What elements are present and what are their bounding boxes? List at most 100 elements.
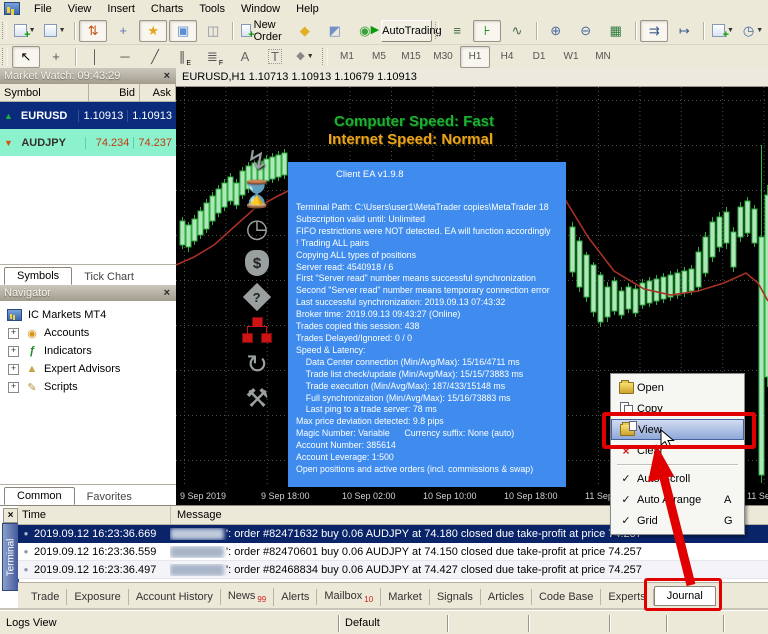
context-menu-item-copy[interactable]: Copy [611, 398, 744, 419]
auto-scroll-button[interactable]: ⇉ [640, 20, 668, 42]
tree-item-scripts[interactable]: + ✎ Scripts [6, 378, 176, 396]
tab-common[interactable]: Common [4, 487, 75, 505]
terminal-tab[interactable]: Code Base [532, 589, 601, 605]
timeframe-button[interactable]: M5 [364, 46, 394, 68]
new-chart-button[interactable]: +▼ [11, 20, 39, 42]
expand-icon[interactable]: + [8, 382, 19, 393]
terminal-tab[interactable]: Journal [654, 586, 716, 606]
menu-item[interactable]: View [60, 1, 100, 17]
symbol-row-eurusd[interactable]: ▲ EURUSD 1.10913 1.10913 [0, 102, 176, 129]
terminal-tab[interactable]: News 99 [221, 588, 274, 606]
line-chart-button[interactable]: ∿ [503, 20, 531, 42]
timeframe-button[interactable]: M15 [396, 46, 426, 68]
timeframe-button[interactable]: D1 [524, 46, 554, 68]
expand-icon[interactable]: + [8, 328, 19, 339]
indicators-button[interactable]: +▼ [709, 20, 737, 42]
terminal-tab[interactable]: Trade [24, 589, 67, 605]
tree-root-account[interactable]: IC Markets MT4 [6, 306, 176, 324]
menu-item[interactable]: Insert [99, 1, 143, 17]
timeframe-button[interactable]: H4 [492, 46, 522, 68]
up-arrow-icon: ▲ [0, 111, 17, 121]
vertical-line-button[interactable]: │ [81, 46, 109, 68]
menu-item[interactable]: Help [288, 1, 327, 17]
column-message[interactable]: Message [171, 509, 222, 521]
data-window-button[interactable]: + [109, 20, 137, 42]
tree-item-accounts[interactable]: + ◉ Accounts [6, 324, 176, 342]
terminal-tab[interactable]: Experts [601, 589, 653, 605]
menu-item[interactable]: Tools [191, 1, 233, 17]
profiles-button[interactable]: ▼ [41, 20, 69, 42]
column-ask[interactable]: Ask [140, 84, 176, 101]
channel-button[interactable]: ∥E [171, 46, 199, 68]
tab-favorites[interactable]: Favorites [75, 489, 144, 505]
terminal-tab[interactable]: Exposure [67, 589, 128, 605]
crosshair-button[interactable]: + [42, 46, 70, 68]
terminal-tab[interactable]: Market [381, 589, 430, 605]
ask-value: 1.10913 [127, 110, 176, 122]
tab-symbols[interactable]: Symbols [4, 267, 72, 285]
autotrading-button[interactable]: ▶AutoTrading [381, 20, 432, 42]
tile-windows-button[interactable]: ▦ [602, 20, 630, 42]
terminal-tab[interactable]: Mailbox 10 [317, 588, 381, 606]
terminal-tab[interactable]: Alerts [274, 589, 317, 605]
options-button[interactable]: ◩ [321, 20, 349, 42]
horizontal-line-button[interactable]: ─ [111, 46, 139, 68]
ea-panel-line: First "Server read" number means success… [296, 273, 558, 285]
text-label-button[interactable]: T [261, 46, 289, 68]
toolbar-grip[interactable] [2, 22, 7, 39]
context-menu-item-auto-arrange[interactable]: ✓ Auto Arrange A [611, 489, 744, 510]
column-time[interactable]: Time [18, 506, 171, 524]
context-menu-item-auto-scroll[interactable]: ✓ Auto Scroll [611, 468, 744, 489]
zoom-in-button[interactable]: ⊕ [542, 20, 570, 42]
fibonacci-button[interactable]: ≣F [201, 46, 229, 68]
timeframe-button[interactable]: M1 [332, 46, 362, 68]
bid-value: 1.10913 [78, 110, 127, 122]
candlestick-button[interactable]: ⊦ [473, 20, 501, 42]
menu-item[interactable]: File [26, 1, 60, 17]
journal-row[interactable]: ● 2019.09.12 16:23:36.497 ': order #8246… [18, 561, 768, 579]
terminal-tab[interactable]: Signals [430, 589, 481, 605]
close-icon[interactable]: × [3, 508, 18, 523]
toolbar-grip[interactable] [322, 48, 328, 65]
terminal-tab[interactable]: Articles [481, 589, 532, 605]
expand-icon[interactable]: + [8, 346, 19, 357]
metaeditor-button[interactable]: ◆ [291, 20, 319, 42]
menu-item[interactable]: Charts [143, 1, 191, 17]
chart-shift-button[interactable]: ↦ [670, 20, 698, 42]
symbol-row-audjpy[interactable]: ▼ AUDJPY 74.234 74.237 [0, 129, 176, 156]
terminal-tab[interactable]: Account History [129, 589, 221, 605]
column-bid[interactable]: Bid [89, 84, 140, 101]
menu-item[interactable]: Window [233, 1, 288, 17]
terminal-toggle[interactable]: ▣ [169, 20, 197, 42]
market-watch-toggle[interactable]: ⇅ [79, 20, 107, 42]
close-icon[interactable]: × [162, 287, 172, 299]
navigator-toggle[interactable]: ★ [139, 20, 167, 42]
toolbar-grip[interactable] [435, 22, 440, 39]
column-symbol[interactable]: Symbol [0, 84, 89, 101]
new-order-button[interactable]: +New Order [238, 20, 289, 42]
bar-chart-button[interactable]: ≡ [443, 20, 471, 42]
timeframe-button[interactable]: M30 [428, 46, 458, 68]
timeframe-button[interactable]: W1 [556, 46, 586, 68]
context-menu-item-clear[interactable]: × Clear [611, 440, 744, 461]
tab-tick-chart[interactable]: Tick Chart [72, 269, 146, 285]
trendline-button[interactable]: ╱ [141, 46, 169, 68]
timeframe-button[interactable]: H1 [460, 46, 490, 68]
strategy-tester-button[interactable]: ◫ [199, 20, 227, 42]
status-profile[interactable]: Default [338, 615, 447, 632]
periods-button[interactable]: ◷▼ [739, 20, 767, 42]
tree-item-indicators[interactable]: + ƒ Indicators [6, 342, 176, 360]
text-button[interactable]: A [231, 46, 259, 68]
toolbar-grip[interactable] [2, 48, 8, 65]
arrows-button[interactable]: ◆▼ [291, 46, 319, 68]
journal-row[interactable]: ● 2019.09.12 16:23:36.559 ': order #8247… [18, 543, 768, 561]
timeframe-button[interactable]: MN [588, 46, 618, 68]
context-menu-item-open[interactable]: Open [611, 377, 744, 398]
zoom-out-button[interactable]: ⊖ [572, 20, 600, 42]
context-menu-item-grid[interactable]: ✓ Grid G [611, 510, 744, 531]
cursor-button[interactable]: ↖ [12, 46, 40, 68]
expand-icon[interactable]: + [8, 364, 19, 375]
close-icon[interactable]: × [162, 70, 172, 82]
context-menu-item-view[interactable]: View [611, 419, 744, 440]
tree-item-expert-advisors[interactable]: + ▲ Expert Advisors [6, 360, 176, 378]
